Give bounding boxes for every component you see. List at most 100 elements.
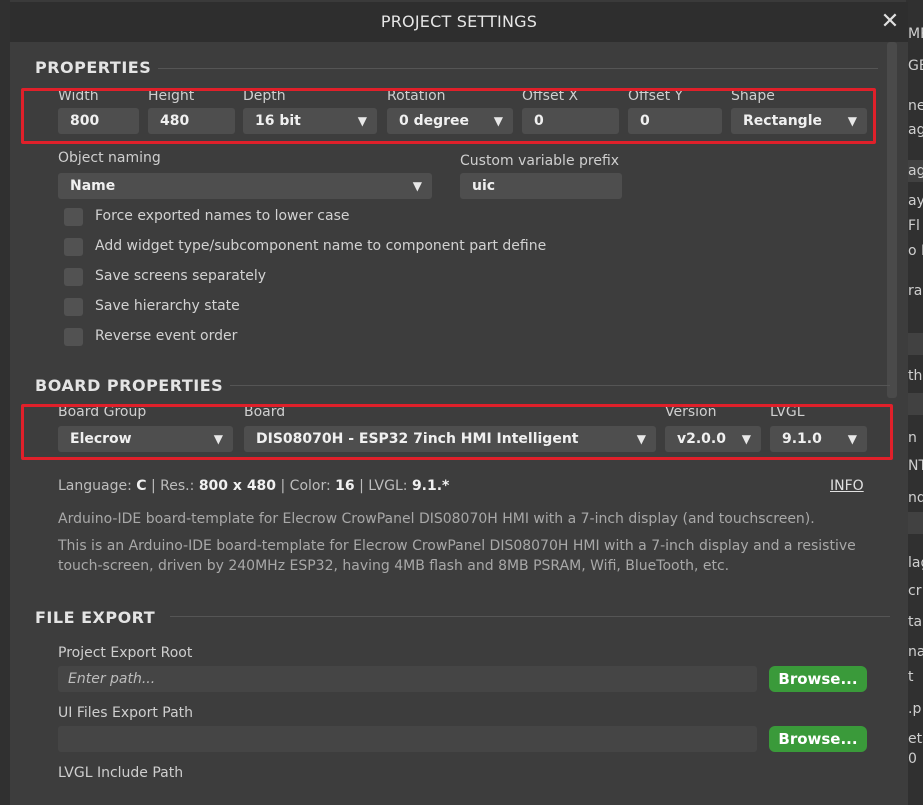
info-separator: |	[151, 478, 156, 494]
bg-text: th	[908, 368, 923, 384]
ui-files-export-path-label: UI Files Export Path	[58, 705, 194, 721]
section-divider	[170, 616, 890, 617]
checkbox[interactable]	[64, 298, 83, 316]
properties-section-title: PROPERTIES	[35, 58, 152, 77]
checkbox[interactable]	[64, 268, 83, 286]
color-label: Color:	[289, 478, 331, 494]
rotation-label: Rotation	[387, 88, 446, 104]
bg-text: nd	[908, 490, 923, 506]
section-divider	[158, 68, 878, 69]
bg-text: na	[908, 644, 923, 660]
language-label: Language:	[58, 478, 132, 494]
checkbox[interactable]	[64, 238, 83, 256]
chevron-down-icon: ▼	[412, 179, 422, 193]
object-naming-label: Object naming	[58, 150, 161, 166]
depth-value: 16 bit	[255, 113, 301, 129]
object-naming-select[interactable]: Name ▼	[58, 173, 432, 199]
bg-text: ta	[908, 614, 923, 630]
board-properties-section-title: BOARD PROPERTIES	[35, 376, 224, 395]
depth-label: Depth	[243, 88, 286, 104]
bg-text: ne	[908, 98, 923, 114]
bg-field	[906, 393, 923, 415]
lvgl-value: 9.1.0	[782, 431, 822, 447]
width-input[interactable]: 800	[58, 108, 139, 134]
checkbox-label: Save hierarchy state	[95, 298, 240, 314]
browse-button[interactable]: Browse...	[769, 726, 867, 752]
board-description-short: Arduino-IDE board-template for Elecrow C…	[58, 511, 815, 527]
bg-text: ag	[908, 163, 923, 179]
ui-files-export-path-input[interactable]	[58, 726, 757, 752]
board-label: Board	[244, 404, 286, 420]
offset-y-input[interactable]: 0	[628, 108, 722, 134]
chevron-down-icon: ▼	[636, 432, 646, 446]
bg-text: 0	[908, 751, 917, 767]
res-value: 800 x 480	[198, 478, 277, 494]
scrollbar[interactable]	[887, 42, 897, 398]
lvgl-select[interactable]: 9.1.0 ▼	[770, 426, 867, 452]
checkbox[interactable]	[64, 328, 83, 346]
info-separator: |	[359, 478, 364, 494]
offset-x-label: Offset X	[522, 88, 579, 104]
chevron-down-icon: ▼	[493, 114, 503, 128]
chevron-down-icon: ▼	[357, 114, 367, 128]
bg-text: lag	[908, 555, 923, 571]
checkbox-label: Reverse event order	[95, 328, 238, 344]
version-label: Version	[665, 404, 717, 420]
height-label: Height	[148, 88, 195, 104]
file-export-section-title: FILE EXPORT	[35, 608, 156, 627]
bg-text: NT	[908, 458, 923, 474]
board-select[interactable]: DIS08070H - ESP32 7inch HMI Intelligent …	[244, 426, 656, 452]
res-label: Res.:	[160, 478, 195, 494]
version-value: v2.0.0	[677, 431, 726, 447]
language-value: C	[136, 478, 147, 494]
board-value: DIS08070H - ESP32 7inch HMI Intelligent	[256, 431, 579, 447]
lvgl-info-value: 9.1.*	[411, 478, 450, 494]
rotation-value: 0 degree	[399, 113, 470, 129]
shape-label: Shape	[731, 88, 775, 104]
board-group-select[interactable]: Elecrow ▼	[58, 426, 233, 452]
height-input[interactable]: 480	[148, 108, 235, 134]
bg-text: ra	[908, 283, 923, 299]
project-settings-dialog: PROJECT SETTINGS ✕ PROPERTIES Width 800 …	[10, 2, 908, 805]
checkbox-label: Save screens separately	[95, 268, 267, 284]
rotation-select[interactable]: 0 degree ▼	[387, 108, 513, 134]
custom-prefix-input[interactable]: uic	[460, 173, 622, 199]
dialog-content: PROPERTIES Width 800 Height 480 Depth 16…	[10, 42, 908, 805]
checkbox[interactable]	[64, 208, 83, 226]
version-select[interactable]: v2.0.0 ▼	[665, 426, 761, 452]
color-value: 16	[335, 478, 355, 494]
lvgl-label: LVGL	[770, 404, 805, 420]
bg-field	[906, 512, 923, 534]
checkbox-label: Add widget type/subcomponent name to com…	[95, 238, 547, 254]
bg-text: ets	[908, 731, 923, 747]
lvgl-info-label: LVGL:	[368, 478, 408, 494]
checkbox-label: Force exported names to lower case	[95, 208, 350, 224]
browse-button[interactable]: Browse...	[769, 666, 867, 692]
offset-x-input[interactable]: 0	[522, 108, 619, 134]
shape-value: Rectangle	[743, 113, 822, 129]
bg-text: ag	[908, 122, 923, 138]
bg-text: ay	[908, 193, 923, 209]
board-info-line: Language: C | Res.: 800 x 480 | Color: 1…	[58, 478, 449, 494]
bg-field	[906, 333, 923, 355]
bg-text: .p	[908, 701, 922, 717]
chevron-down-icon: ▼	[213, 432, 223, 446]
bg-text: o L	[908, 243, 923, 259]
board-description-long: This is an Arduino-IDE board-template fo…	[58, 538, 856, 574]
close-icon[interactable]: ✕	[878, 10, 902, 34]
section-divider	[230, 385, 890, 386]
bg-text: t	[908, 669, 914, 685]
info-link[interactable]: INFO	[830, 478, 864, 494]
board-group-value: Elecrow	[70, 431, 132, 447]
board-group-label: Board Group	[58, 404, 147, 420]
shape-select[interactable]: Rectangle ▼	[731, 108, 867, 134]
background-left-panel	[0, 0, 10, 805]
depth-select[interactable]: 16 bit ▼	[243, 108, 377, 134]
chevron-down-icon: ▼	[741, 432, 751, 446]
custom-prefix-label: Custom variable prefix	[460, 153, 620, 169]
dialog-titlebar: PROJECT SETTINGS ✕	[10, 2, 908, 42]
lvgl-include-path-label: LVGL Include Path	[58, 765, 184, 781]
project-export-root-input[interactable]: Enter path...	[58, 666, 757, 692]
background-right-panel: MP GE ne ag ag ay Fl o L ra th n NT nd l…	[906, 0, 923, 805]
info-separator: |	[280, 478, 286, 494]
